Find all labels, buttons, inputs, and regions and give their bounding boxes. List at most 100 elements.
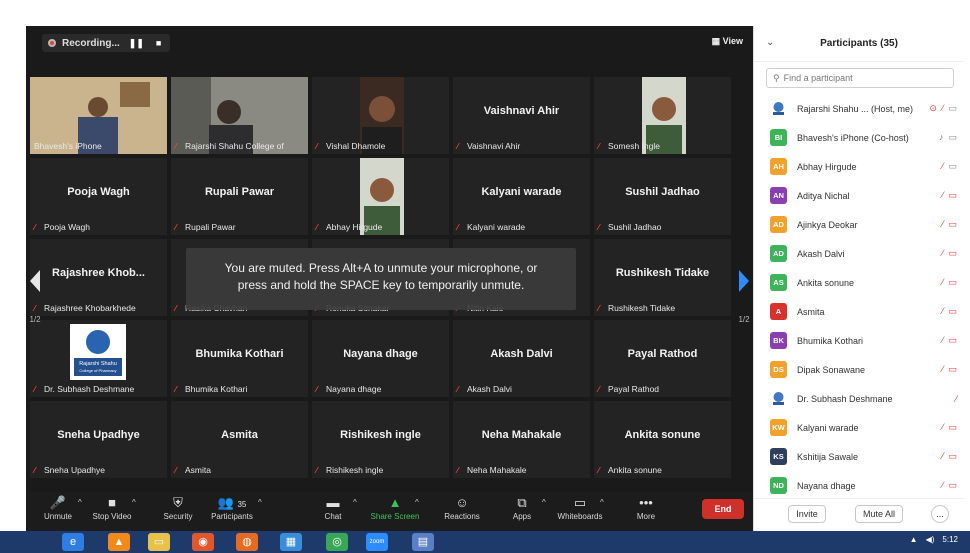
caret-up-icon[interactable]: ^ [415,498,419,507]
media-player-icon[interactable]: ◉ [192,533,214,551]
recording-indicator[interactable]: Recording... ❚❚ ■ [42,34,171,52]
video-tile[interactable]: Rajarshi Shahu College of Pharmacy ⁄ Dr. Su… [30,320,167,397]
participant-row[interactable]: AS Ankita sonune ⁄ ▭ [754,268,965,297]
video-off-icon[interactable]: ▭ [948,480,957,491]
caret-up-icon[interactable]: ^ [258,498,262,507]
previous-page-button[interactable]: 1/2 [26,264,44,324]
share-screen-button[interactable]: ▲ Share Screen ^ [365,494,425,521]
participant-row[interactable]: BI Bhavesh's iPhone (Co-host) ♪ ▭ [754,123,965,152]
security-button[interactable]: ⛨ Security [148,494,208,521]
participant-row[interactable]: KW Kalyani warade ⁄ ▭ [754,413,965,442]
participant-row[interactable]: AD Ajinkya Deokar ⁄ ▭ [754,210,965,239]
mic-muted-icon[interactable]: ⁄ [942,103,944,114]
video-off-icon[interactable]: ▭ [948,335,957,346]
video-off-icon[interactable]: ▭ [948,306,957,317]
vlc-icon[interactable]: ▲ [108,533,130,551]
participant-row[interactable]: AH Abhay Hirgude ⁄ ▭ [754,152,965,181]
file-explorer-icon[interactable]: ▭ [148,533,170,551]
participant-search-input[interactable]: ⚲ Find a participant [766,68,954,88]
caret-up-icon[interactable]: ^ [353,498,357,507]
video-tile[interactable]: Bhumika Kothari ⁄ Bhumika Kothari [171,320,308,397]
edge-icon[interactable]: e [62,533,84,551]
video-tile[interactable]: Payal Rathod ⁄ Payal Rathod [594,320,731,397]
volume-icon[interactable]: ◀) [926,535,935,544]
mic-muted-icon[interactable]: ⁄ [942,422,944,433]
video-tile[interactable]: Rajashree Khob... ⁄ Rajashree Khobarkhede [30,239,167,316]
video-tile[interactable]: ⁄ Somesh Ingle [594,77,731,154]
mic-muted-icon[interactable]: ⁄ [955,394,957,404]
view-button[interactable]: ▦ View [712,36,743,47]
video-tile[interactable]: Ankita sonune ⁄ Ankita sonune [594,401,731,478]
mic-muted-icon[interactable]: ⁄ [942,190,944,201]
participants-button[interactable]: 👥 35 Participants ^ [202,494,262,521]
more-button[interactable]: ••• More [616,494,676,521]
more-options-button[interactable]: ... [931,505,949,523]
video-tile[interactable]: Sushil Jadhao ⁄ Sushil Jadhao [594,158,731,235]
video-tile[interactable]: ⁄ Vishal Dhamole [312,77,449,154]
video-tile[interactable]: Sneha Upadhye ⁄ Sneha Upadhye [30,401,167,478]
participant-row[interactable]: BK Bhumika Kothari ⁄ ▭ [754,326,965,355]
participant-row[interactable]: KS Kshitija Sawale ⁄ ▭ [754,442,965,471]
mic-muted-icon[interactable]: ⁄ [942,277,944,288]
caret-up-icon[interactable]: ^ [600,498,604,507]
next-page-button[interactable]: 1/2 [735,264,753,324]
participant-row[interactable]: ND Nayana dhage ⁄ ▭ [754,471,965,500]
stop-recording-button[interactable]: ■ [153,38,164,48]
powerpoint-icon[interactable]: ▤ [412,533,434,551]
video-tile[interactable]: Neha Mahakale ⁄ Neha Mahakale [453,401,590,478]
mic-muted-icon[interactable]: ⁄ [942,306,944,317]
video-off-icon[interactable]: ▭ [948,451,957,462]
participant-row[interactable]: A Asmita ⁄ ▭ [754,297,965,326]
video-off-icon[interactable]: ▭ [948,219,957,230]
whiteboards-button[interactable]: ▭ Whiteboards ^ [550,494,610,521]
video-tile[interactable]: Rupali Pawar ⁄ Rupali Pawar [171,158,308,235]
network-icon[interactable]: ▲ [910,535,918,544]
mic-muted-icon[interactable]: ⁄ [942,248,944,259]
video-tile[interactable]: Nayana dhage ⁄ Nayana dhage [312,320,449,397]
video-tile[interactable]: Bhavesh's iPhone [30,77,167,154]
video-tile[interactable]: Vaishnavi Ahir ⁄ Vaishnavi Ahir [453,77,590,154]
video-icon[interactable]: ▭ [948,161,957,172]
mic-muted-icon[interactable]: ⁄ [942,335,944,346]
unmute-button[interactable]: 🎤 Unmute ^ [28,494,88,521]
participant-row[interactable]: AD Akash Dalvi ⁄ ▭ [754,239,965,268]
participant-row[interactable]: Dr. Subhash Deshmane ⁄ [754,384,965,413]
photos-icon[interactable]: ▦ [280,533,302,551]
video-tile[interactable]: Asmita ⁄ Asmita [171,401,308,478]
firefox-icon[interactable]: ◍ [236,533,258,551]
video-tile[interactable]: ⁄ Rajarshi Shahu College of [171,77,308,154]
mic-icon[interactable]: ♪ [939,132,944,143]
video-off-icon[interactable]: ▭ [948,248,957,259]
mic-muted-icon[interactable]: ⁄ [942,364,944,375]
end-meeting-button[interactable]: End [702,499,744,519]
caret-up-icon[interactable]: ^ [542,498,546,507]
video-icon[interactable]: ▭ [948,132,957,143]
video-off-icon[interactable]: ▭ [948,364,957,375]
video-off-icon[interactable]: ▭ [948,190,957,201]
mic-muted-icon[interactable]: ⁄ [942,480,944,491]
chrome-icon[interactable]: ◎ [326,533,348,551]
clock[interactable]: 5:12 [942,535,958,544]
video-off-icon[interactable]: ▭ [948,277,957,288]
apps-button[interactable]: ⧉ Apps ^ [492,494,552,521]
caret-up-icon[interactable]: ^ [132,498,136,507]
stop-video-button[interactable]: ■ Stop Video ^ [82,494,142,521]
zoom-icon[interactable]: zoom [366,533,388,551]
mic-muted-icon[interactable]: ⁄ [942,451,944,462]
video-tile[interactable]: Akash Dalvi ⁄ Akash Dalvi [453,320,590,397]
mic-muted-icon[interactable]: ⁄ [942,161,944,172]
video-tile[interactable]: Rushikesh Tidake ⁄ Rushikesh Tidake [594,239,731,316]
video-tile[interactable]: Pooja Wagh ⁄ Pooja Wagh [30,158,167,235]
chat-button[interactable]: ▬ Chat ^ [303,494,363,521]
invite-button[interactable]: Invite [788,505,826,523]
video-tile[interactable]: Kalyani warade ⁄ Kalyani warade [453,158,590,235]
video-tile[interactable]: Rishikesh ingle ⁄ Rishikesh ingle [312,401,449,478]
mic-muted-icon[interactable]: ⁄ [942,219,944,230]
video-tile[interactable]: ⁄ Abhay Hirgude [312,158,449,235]
participant-row[interactable]: DS Dipak Sonawane ⁄ ▭ [754,355,965,384]
participant-row[interactable]: Rajarshi Shahu ... (Host, me) ⊙ ⁄ ▭ [754,94,965,123]
video-icon[interactable]: ▭ [948,103,957,114]
video-off-icon[interactable]: ▭ [948,422,957,433]
reactions-button[interactable]: ☺ Reactions [432,494,492,521]
participant-row[interactable]: AN Aditya Nichal ⁄ ▭ [754,181,965,210]
